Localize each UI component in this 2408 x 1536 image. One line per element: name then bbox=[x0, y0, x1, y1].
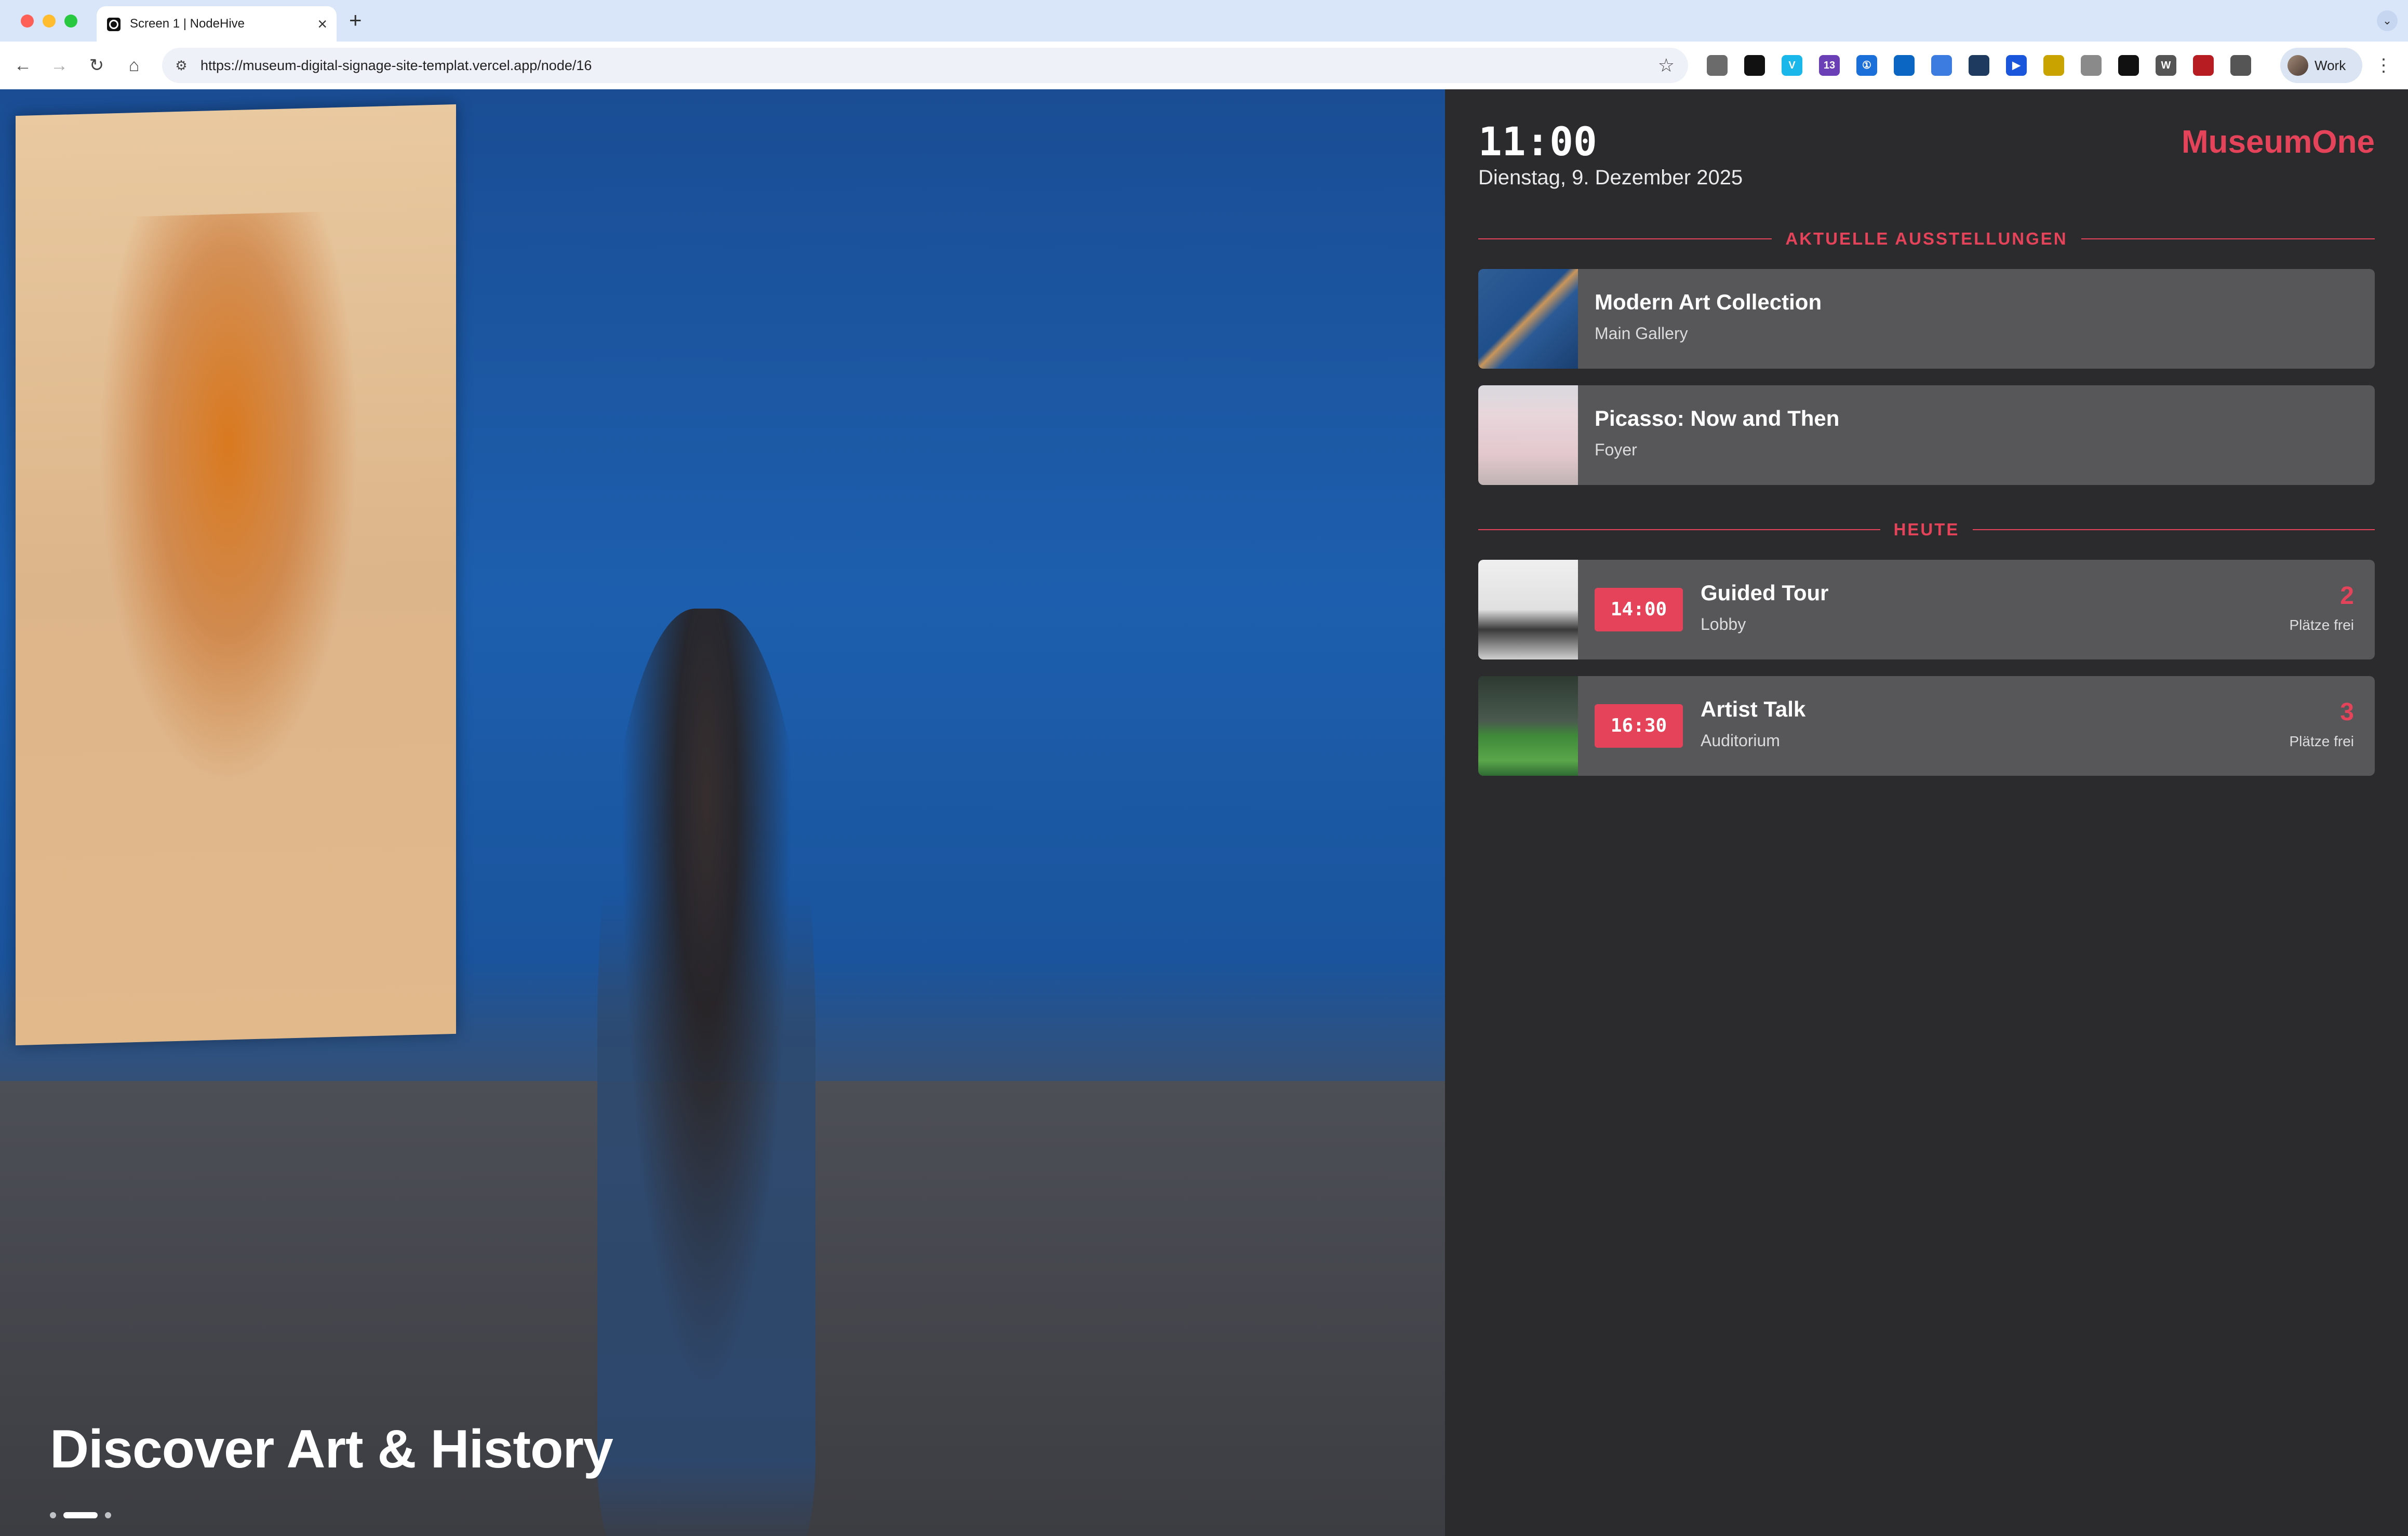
exhibition-thumbnail bbox=[1478, 385, 1578, 485]
home-icon[interactable]: ⌂ bbox=[122, 53, 146, 78]
event-location: Lobby bbox=[1701, 615, 1746, 634]
exhibition-card[interactable]: Picasso: Now and Then Foyer bbox=[1478, 385, 2375, 485]
event-thumbnail bbox=[1478, 560, 1578, 659]
hero-slideshow: Discover Art & History bbox=[0, 89, 1445, 1536]
reload-icon[interactable]: ↻ bbox=[84, 53, 109, 78]
slide-dot-active[interactable] bbox=[63, 1512, 98, 1518]
nodehive-favicon-icon bbox=[107, 18, 121, 31]
tab-strip: Screen 1 | NodeHive × + ⌄ bbox=[0, 0, 2408, 42]
event-time-badge: 14:00 bbox=[1595, 588, 1683, 631]
exhibition-title: Modern Art Collection bbox=[1595, 290, 1822, 314]
exhibitions-heading-text: AKTUELLE AUSSTELLUNGEN bbox=[1772, 229, 2081, 248]
address-bar[interactable]: ⚙ https://museum-digital-signage-site-te… bbox=[162, 48, 1688, 83]
event-card[interactable]: 16:30 Artist Talk Auditorium 3 Plätze fr… bbox=[1478, 676, 2375, 776]
profile-name: Work bbox=[2315, 58, 2346, 73]
ext-play-icon[interactable]: ▶ bbox=[2006, 55, 2027, 76]
site-settings-icon[interactable]: ⚙ bbox=[172, 57, 190, 74]
ext-generic-icon[interactable] bbox=[1707, 55, 1728, 76]
ext-doc-icon[interactable] bbox=[1931, 55, 1952, 76]
tab-title: Screen 1 | NodeHive bbox=[130, 17, 245, 31]
ext-react-icon[interactable] bbox=[1969, 55, 1989, 76]
event-time-badge: 16:30 bbox=[1595, 704, 1683, 748]
minimize-window-button[interactable] bbox=[43, 15, 56, 28]
wordpress-icon[interactable]: W bbox=[2156, 55, 2176, 76]
avatar bbox=[2287, 55, 2308, 76]
seats-available-count: 3 bbox=[2340, 698, 2354, 726]
seats-available-label: Plätze frei bbox=[2289, 733, 2355, 749]
ext-yellow-icon[interactable] bbox=[2043, 55, 2064, 76]
seats-available-label: Plätze frei bbox=[2289, 617, 2355, 633]
1password-icon[interactable]: ① bbox=[1856, 55, 1877, 76]
ext-dark-circle-icon[interactable] bbox=[1744, 55, 1765, 76]
url-text[interactable]: https://museum-digital-signage-site-temp… bbox=[200, 58, 592, 74]
event-card[interactable]: 14:00 Guided Tour Lobby 2 Plätze frei bbox=[1478, 560, 2375, 659]
hero-image-tapestry bbox=[16, 104, 456, 1046]
browser-toolbar: ← → ↻ ⌂ ⚙ https://museum-digital-signage… bbox=[0, 42, 2408, 90]
event-thumbnail bbox=[1478, 676, 1578, 776]
tab-close-icon[interactable]: × bbox=[317, 14, 327, 34]
brand-logo: MuseumOne bbox=[2181, 124, 2375, 160]
browser-menu-icon[interactable]: ⋮ bbox=[2375, 53, 2392, 78]
today-heading: HEUTE bbox=[1478, 519, 2375, 540]
exhibitions-heading: AKTUELLE AUSSTELLUNGEN bbox=[1478, 228, 2375, 249]
hero-title: Discover Art & History bbox=[50, 1419, 613, 1479]
back-arrow-icon[interactable]: ← bbox=[10, 53, 35, 78]
today-heading-text: HEUTE bbox=[1880, 520, 1973, 539]
clock: 11:00 bbox=[1478, 118, 1597, 165]
exhibition-location: Foyer bbox=[1595, 440, 1637, 459]
puzzle-icon[interactable] bbox=[2230, 55, 2251, 76]
browser-window: Screen 1 | NodeHive × + ⌄ ← → ↻ ⌂ ⚙ http… bbox=[0, 0, 2408, 1536]
ext-red-icon[interactable] bbox=[2193, 55, 2214, 76]
event-location: Auditorium bbox=[1701, 731, 1780, 750]
vimeo-icon[interactable]: V bbox=[1782, 55, 1802, 76]
exhibition-thumbnail bbox=[1478, 269, 1578, 369]
tapestry-tree-motif bbox=[99, 210, 358, 789]
slide-dot[interactable] bbox=[105, 1512, 111, 1518]
seats-available-count: 2 bbox=[2340, 582, 2354, 610]
profile-button[interactable]: Work bbox=[2280, 48, 2362, 83]
ext-blue-square-icon[interactable] bbox=[1894, 55, 1915, 76]
exhibition-title: Picasso: Now and Then bbox=[1595, 406, 1840, 430]
exhibition-location: Main Gallery bbox=[1595, 324, 1688, 343]
tab-search-button[interactable]: ⌄ bbox=[2377, 10, 2398, 31]
event-title: Guided Tour bbox=[1701, 581, 1829, 605]
exhibition-card[interactable]: Modern Art Collection Main Gallery bbox=[1478, 269, 2375, 369]
event-title: Artist Talk bbox=[1701, 697, 1806, 721]
ext-target-icon[interactable] bbox=[2118, 55, 2139, 76]
bookmark-star-icon[interactable]: ☆ bbox=[1658, 55, 1675, 76]
close-window-button[interactable] bbox=[21, 15, 34, 28]
slide-dot[interactable] bbox=[50, 1512, 56, 1518]
info-sidebar: 11:00 Dienstag, 9. Dezember 2025 MuseumO… bbox=[1445, 89, 2408, 1536]
ext-purple-icon[interactable]: 13 bbox=[1819, 55, 1840, 76]
new-tab-button[interactable]: + bbox=[349, 7, 362, 33]
hero-image-visitor bbox=[597, 609, 815, 1536]
camera-icon[interactable] bbox=[2081, 55, 2102, 76]
maximize-window-button[interactable] bbox=[64, 15, 77, 28]
tab-active[interactable]: Screen 1 | NodeHive × bbox=[97, 6, 337, 42]
current-date: Dienstag, 9. Dezember 2025 bbox=[1478, 166, 1743, 189]
forward-arrow-icon[interactable]: → bbox=[47, 53, 72, 78]
